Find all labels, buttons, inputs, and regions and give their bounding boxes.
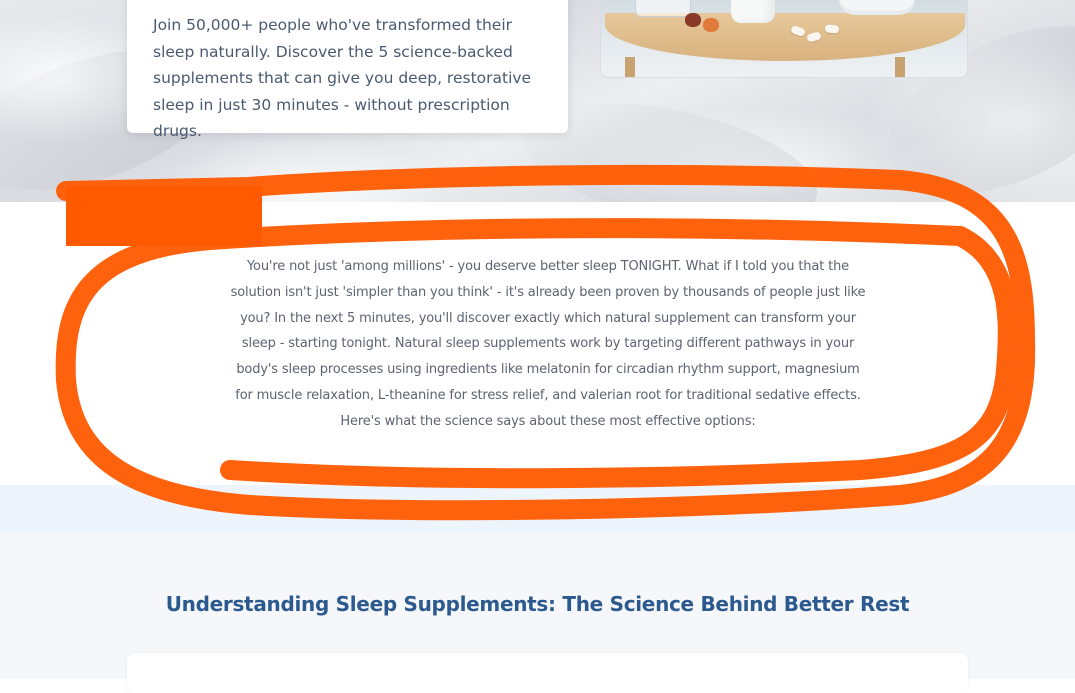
hero-image [600, 0, 968, 78]
gummy-icon [703, 18, 719, 32]
science-heading: Understanding Sleep Supplements: The Sci… [165, 592, 910, 616]
science-section: Understanding Sleep Supplements: The Sci… [0, 533, 1075, 693]
hero-card: Join 50,000+ people who've transformed t… [127, 0, 568, 140]
intro-paragraph: You're not just 'among millions' - you d… [230, 259, 866, 429]
intro-section: You're not just 'among millions' - you d… [0, 202, 1075, 485]
table-leg [895, 57, 905, 77]
pill-icon [824, 24, 840, 34]
glass-icon [635, 0, 691, 17]
hero-body-text: Join 50,000+ people who've transformed t… [153, 16, 532, 140]
gummy-icon [685, 13, 701, 27]
hero-section: Join 50,000+ people who've transformed t… [0, 0, 1075, 202]
table-leg [625, 57, 635, 77]
science-card [127, 653, 968, 693]
section-divider-band [0, 485, 1075, 533]
table-top [605, 13, 965, 61]
bottle-icon [731, 0, 775, 23]
cup-icon [837, 0, 917, 11]
